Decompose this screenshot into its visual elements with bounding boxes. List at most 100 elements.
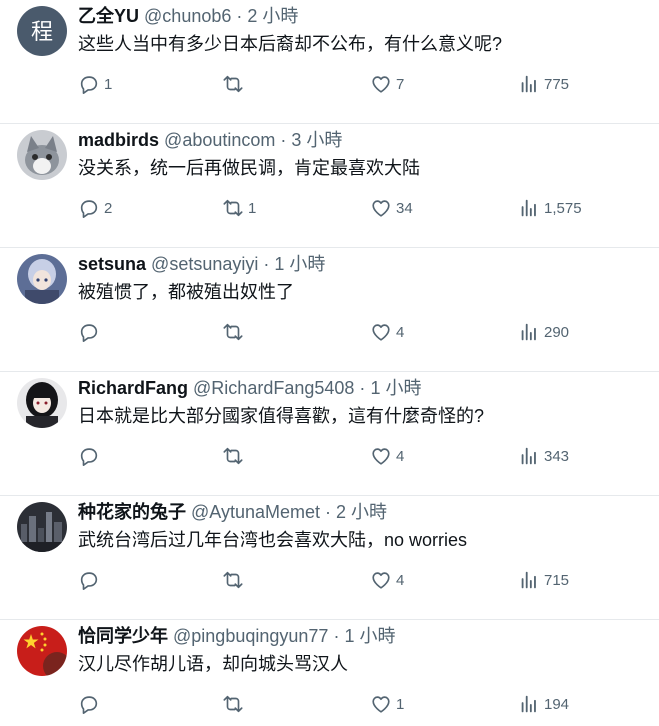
- views-button[interactable]: 194: [518, 692, 569, 716]
- reply-icon: [80, 76, 98, 94]
- reply-button[interactable]: [78, 692, 104, 716]
- reply-feed: 程 乙全YU @chunob6 · 2 小時 这些人当中有多少日本后裔却不公布，…: [0, 0, 659, 726]
- author-name[interactable]: 乙全YU: [78, 6, 139, 26]
- views-button[interactable]: 343: [518, 444, 569, 468]
- retweet-icon: [223, 75, 243, 93]
- timestamp[interactable]: 1 小時: [370, 378, 421, 398]
- author-handle[interactable]: @chunob6: [144, 6, 231, 26]
- reply-button[interactable]: [78, 444, 104, 468]
- timestamp[interactable]: 1 小時: [274, 254, 325, 274]
- reply-button[interactable]: 2: [78, 196, 112, 220]
- views-icon: [521, 447, 536, 465]
- reply-tweet[interactable]: madbirds @aboutincom · 3 小時 没关系，统一后再做民调，…: [0, 124, 659, 248]
- avatar[interactable]: [17, 254, 67, 304]
- tweet-text: 武统台湾后过几年台湾也会喜欢大陆，no worries: [78, 530, 468, 550]
- retweet-button[interactable]: [222, 568, 248, 592]
- separator-dot: ·: [236, 6, 243, 26]
- separator-dot: ·: [280, 130, 287, 150]
- reply-icon: [80, 572, 98, 590]
- author-handle[interactable]: @AytunaMemet: [191, 502, 320, 522]
- like-icon: [372, 572, 390, 589]
- retweet-button[interactable]: [222, 320, 248, 344]
- author-name[interactable]: madbirds: [78, 130, 159, 150]
- views-icon: [521, 323, 536, 341]
- author-name[interactable]: 恰同学少年: [78, 626, 168, 646]
- city-avatar-image: [17, 502, 67, 552]
- reply-count: 2: [104, 199, 113, 217]
- reply-button[interactable]: [78, 568, 104, 592]
- reply-button[interactable]: 1: [78, 72, 112, 96]
- avatar-image: 程: [17, 6, 67, 56]
- timestamp[interactable]: 2 小時: [336, 502, 387, 522]
- avatar[interactable]: 程: [17, 6, 67, 56]
- retweet-button[interactable]: [222, 444, 248, 468]
- reply-icon: [80, 200, 98, 218]
- separator-dot: ·: [263, 254, 270, 274]
- retweet-icon: [223, 447, 243, 465]
- avatar[interactable]: [17, 378, 67, 428]
- view-count: 1,575: [544, 199, 582, 217]
- reply-tweet[interactable]: 恰同学少年 @pingbuqingyun77 · 1 小時 汉儿尽作胡儿语，却向…: [0, 620, 659, 726]
- author-handle[interactable]: @aboutincom: [164, 130, 275, 150]
- like-icon: [372, 696, 390, 713]
- view-count: 715: [544, 571, 570, 589]
- anime-avatar-image: [17, 378, 67, 428]
- tweet-text: 日本就是比大部分國家值得喜歡，這有什麼奇怪的?: [78, 406, 485, 426]
- views-icon: [521, 695, 536, 713]
- timestamp[interactable]: 1 小時: [344, 626, 395, 646]
- action-bar: 4 343: [78, 444, 578, 468]
- avatar[interactable]: [17, 502, 67, 552]
- separator-dot: ·: [333, 626, 340, 646]
- author-name[interactable]: setsuna: [78, 254, 146, 274]
- avatar-glyph: 程: [31, 20, 53, 45]
- avatar[interactable]: [17, 130, 67, 180]
- author-handle[interactable]: @RichardFang5408: [193, 378, 354, 398]
- reply-tweet[interactable]: 种花家的兔子 @AytunaMemet · 2 小時 武统台湾后过几年台湾也会喜…: [0, 496, 659, 620]
- like-count: 1: [396, 695, 405, 713]
- retweet-icon: [223, 695, 243, 713]
- reply-icon: [80, 324, 98, 342]
- retweet-button[interactable]: 1: [222, 196, 256, 220]
- view-count: 775: [544, 75, 570, 93]
- avatar[interactable]: [17, 626, 67, 676]
- like-button[interactable]: 1: [370, 692, 404, 716]
- tweet-text: 这些人当中有多少日本后裔却不公布，有什么意义呢?: [78, 34, 503, 54]
- views-button[interactable]: 290: [518, 320, 569, 344]
- reply-button[interactable]: [78, 320, 104, 344]
- like-icon: [372, 76, 390, 93]
- like-icon: [372, 448, 390, 465]
- views-button[interactable]: 715: [518, 568, 569, 592]
- retweet-icon: [223, 571, 243, 589]
- views-button[interactable]: 775: [518, 72, 569, 96]
- like-icon: [372, 324, 390, 341]
- timestamp[interactable]: 2 小時: [247, 6, 298, 26]
- action-bar: 1 194: [78, 692, 578, 716]
- author-name[interactable]: RichardFang: [78, 378, 188, 398]
- timestamp[interactable]: 3 小時: [291, 130, 342, 150]
- like-button[interactable]: 4: [370, 320, 404, 344]
- author-handle[interactable]: @pingbuqingyun77: [173, 626, 328, 646]
- reply-tweet[interactable]: setsuna @setsunayiyi · 1 小時 被殖惯了，都被殖出奴性了…: [0, 248, 659, 372]
- views-icon: [521, 571, 536, 589]
- reply-icon: [80, 448, 98, 466]
- like-count: 7: [396, 75, 405, 93]
- reply-tweet[interactable]: 程 乙全YU @chunob6 · 2 小時 这些人当中有多少日本后裔却不公布，…: [0, 0, 659, 124]
- views-icon: [521, 199, 536, 217]
- retweet-icon: [223, 323, 243, 341]
- like-button[interactable]: 4: [370, 444, 404, 468]
- retweet-button[interactable]: [222, 72, 248, 96]
- like-count: 4: [396, 323, 405, 341]
- author-handle[interactable]: @setsunayiyi: [151, 254, 258, 274]
- retweet-button[interactable]: [222, 692, 248, 716]
- reply-tweet[interactable]: RichardFang @RichardFang5408 · 1 小時 日本就是…: [0, 372, 659, 496]
- action-bar: 4 715: [78, 568, 578, 592]
- separator-dot: ·: [359, 378, 366, 398]
- like-button[interactable]: 7: [370, 72, 404, 96]
- tweet-text: 被殖惯了，都被殖出奴性了: [78, 282, 294, 302]
- views-button[interactable]: 1,575: [518, 196, 582, 220]
- tweet-text: 汉儿尽作胡儿语，却向城头骂汉人: [78, 654, 348, 674]
- like-button[interactable]: 4: [370, 568, 404, 592]
- like-icon: [372, 200, 390, 217]
- like-button[interactable]: 34: [370, 196, 413, 220]
- author-name[interactable]: 种花家的兔子: [78, 502, 186, 522]
